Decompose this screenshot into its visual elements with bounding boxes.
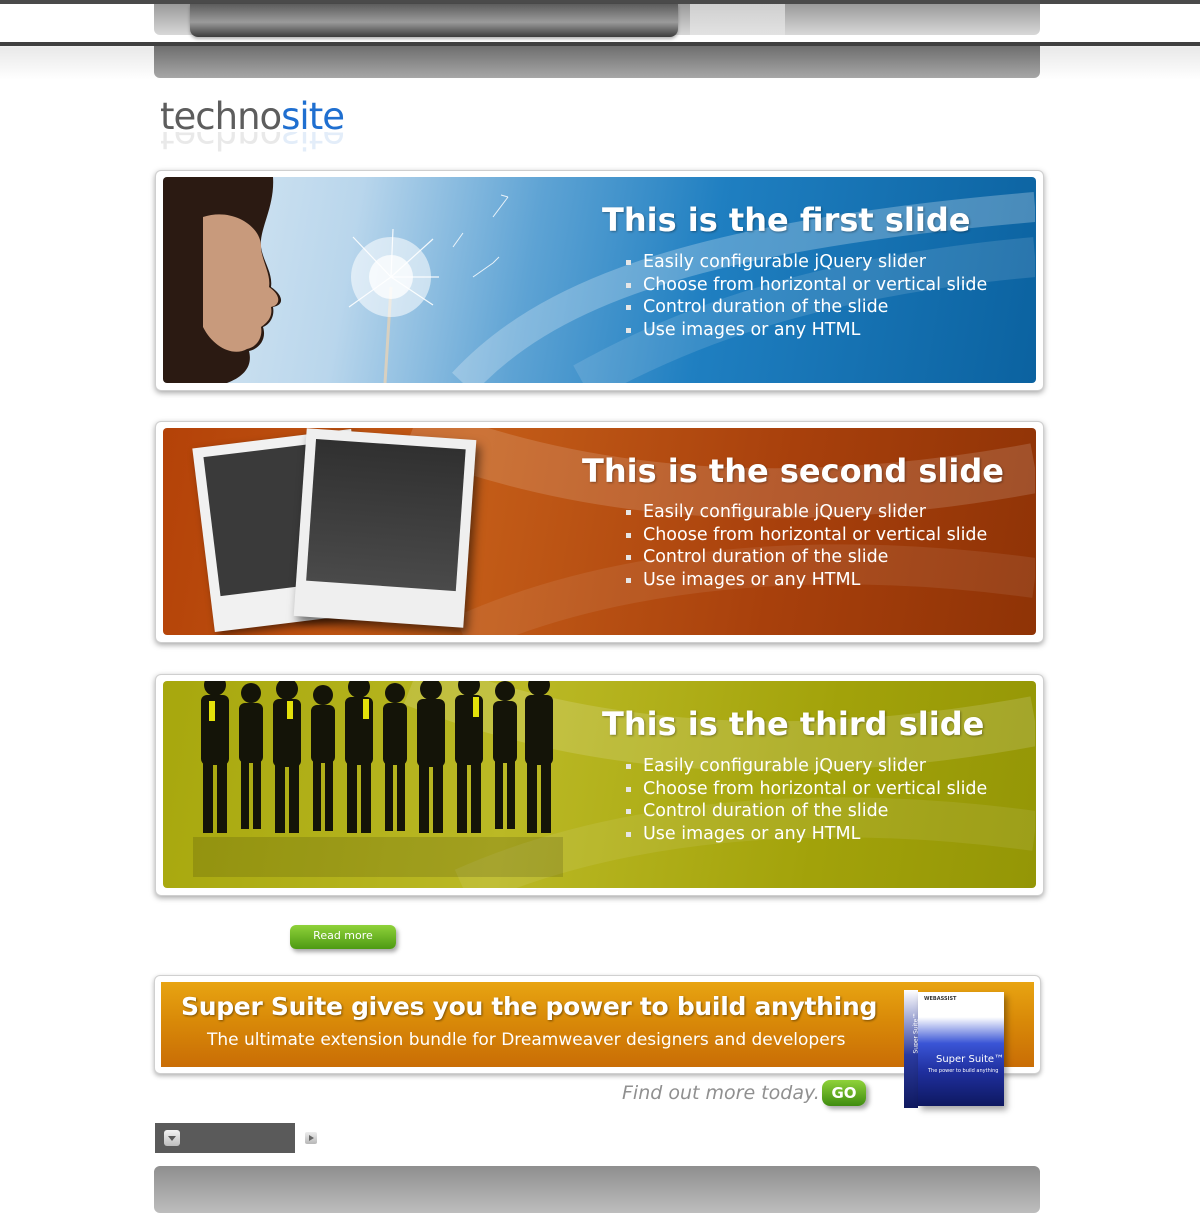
find-out-more-text: Find out more today. xyxy=(622,1082,820,1104)
super-suite-subtitle: The ultimate extension bundle for Dreamw… xyxy=(207,1030,846,1050)
slide-1-title: This is the first slide xyxy=(602,201,971,239)
go-button[interactable]: GO xyxy=(822,1080,866,1106)
slide-3-bullet: Choose from horizontal or vertical slide xyxy=(626,778,987,801)
slide-2-bullet: Easily configurable jQuery slider xyxy=(626,501,987,524)
slide-3-bullet: Use images or any HTML xyxy=(626,823,987,846)
slide-3[interactable]: This is the third slide Easily configura… xyxy=(155,674,1044,896)
slide-2-title: This is the second slide xyxy=(582,452,1004,490)
slide-3-bullets: Easily configurable jQuery slider Choose… xyxy=(626,755,987,846)
product-box-brand: WEBASSIST xyxy=(924,996,957,1002)
slide-2-bullet: Control duration of the slide xyxy=(626,546,987,569)
footer-bar xyxy=(154,1166,1040,1213)
slide-3-title: This is the third slide xyxy=(602,705,985,743)
logo-reflection: technosite xyxy=(160,132,344,156)
slide-2-bullet: Use images or any HTML xyxy=(626,569,987,592)
slide-1-bullet: Easily configurable jQuery slider xyxy=(626,251,987,274)
top-nav-item-active[interactable] xyxy=(190,4,678,37)
super-suite-product-box[interactable]: Super Suite™ WEBASSIST Super Suite™ The … xyxy=(904,990,1004,1108)
read-more-button[interactable]: Read more xyxy=(290,925,396,949)
slide-1-bullet: Choose from horizontal or vertical slide xyxy=(626,274,987,297)
product-box-tagline: The power to build anything xyxy=(928,1068,999,1074)
slide-1-bullet: Control duration of the slide xyxy=(626,296,987,319)
slide-1[interactable]: This is the first slide Easily configura… xyxy=(155,170,1044,391)
slide-3-bullet: Easily configurable jQuery slider xyxy=(626,755,987,778)
slide-2[interactable]: This is the second slide Easily configur… xyxy=(155,421,1044,643)
top-nav-item[interactable] xyxy=(690,4,785,35)
product-box-front: WEBASSIST Super Suite™ The power to buil… xyxy=(918,992,1004,1106)
slide-1-bullet: Use images or any HTML xyxy=(626,319,987,342)
slide-2-bullet: Choose from horizontal or vertical slide xyxy=(626,524,987,547)
chevron-down-icon xyxy=(164,1130,180,1146)
product-box-title: Super Suite™ xyxy=(936,1054,1005,1065)
slide-2-bullets: Easily configurable jQuery slider Choose… xyxy=(626,501,987,592)
super-suite-title: Super Suite gives you the power to build… xyxy=(181,992,878,1021)
polaroid-photo-front xyxy=(293,428,477,628)
slide-1-bullets: Easily configurable jQuery slider Choose… xyxy=(626,251,987,342)
play-icon[interactable] xyxy=(305,1132,317,1144)
language-dropdown[interactable] xyxy=(155,1123,295,1153)
slide-3-bullet: Control duration of the slide xyxy=(626,800,987,823)
sub-nav-bar xyxy=(154,46,1040,78)
